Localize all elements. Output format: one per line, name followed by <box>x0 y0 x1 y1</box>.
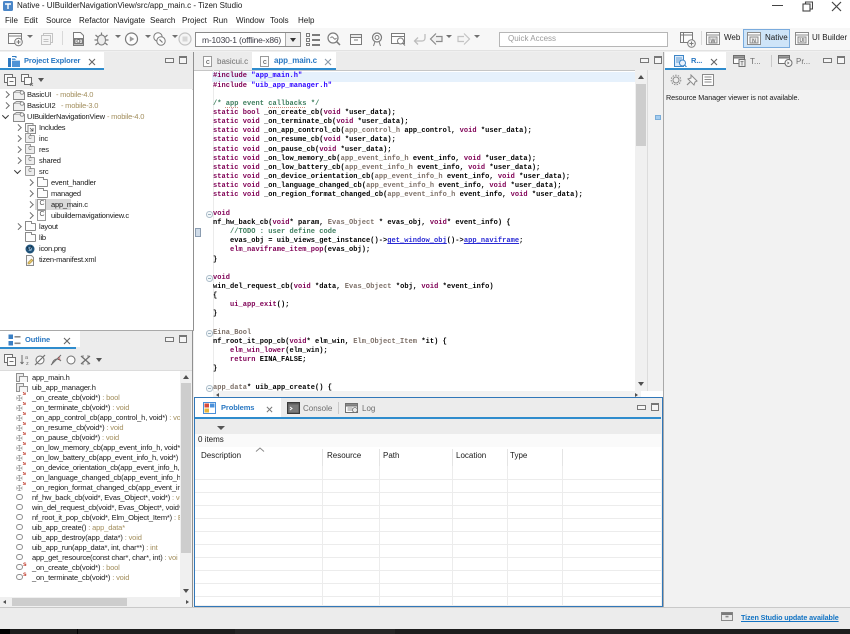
svg-text:W: W <box>710 38 716 44</box>
svg-text:N: N <box>752 38 756 44</box>
svg-text:UI: UI <box>800 38 806 44</box>
svg-text:z: z <box>26 361 29 366</box>
